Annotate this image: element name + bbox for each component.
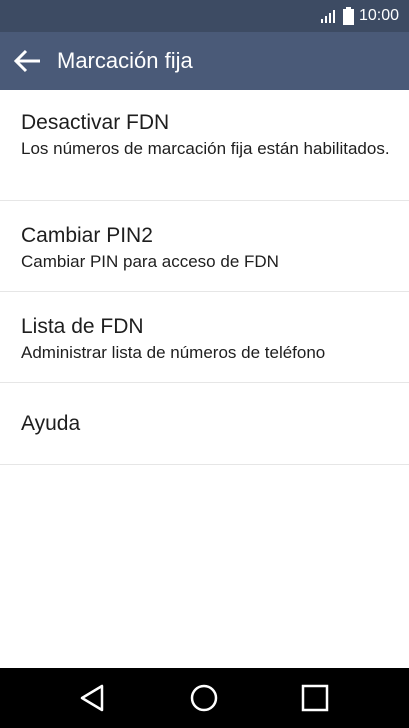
nav-recents-button[interactable] — [298, 681, 332, 715]
recents-square-icon — [301, 684, 329, 712]
settings-list: Desactivar FDN Los números de marcación … — [0, 90, 409, 465]
navigation-bar — [0, 668, 409, 728]
setting-ayuda[interactable]: Ayuda — [0, 383, 409, 465]
setting-title: Lista de FDN — [21, 315, 144, 338]
setting-title: Desactivar FDN — [21, 111, 170, 134]
signal-icon — [320, 10, 335, 23]
nav-home-button[interactable] — [187, 681, 221, 715]
status-icons: 10:00 — [320, 0, 399, 32]
app-bar: Marcación fija — [0, 32, 409, 90]
setting-subtitle: Administrar lista de números de teléfono — [21, 343, 326, 362]
setting-title: Cambiar PIN2 — [21, 224, 153, 247]
setting-subtitle: Cambiar PIN para acceso de FDN — [21, 252, 279, 271]
back-button[interactable] — [12, 47, 44, 75]
status-bar: 10:00 — [0, 0, 409, 32]
back-triangle-icon — [80, 684, 104, 712]
battery-icon — [342, 7, 354, 25]
setting-lista-fdn[interactable]: Lista de FDN Administrar lista de número… — [0, 292, 409, 383]
setting-cambiar-pin2[interactable]: Cambiar PIN2 Cambiar PIN para acceso de … — [0, 201, 409, 292]
setting-subtitle: Los números de marcación fija están habi… — [21, 139, 390, 158]
nav-back-button[interactable] — [76, 681, 110, 715]
home-circle-icon — [190, 684, 218, 712]
setting-title: Ayuda — [21, 412, 81, 435]
status-time: 10:00 — [358, 7, 399, 24]
arrow-left-icon — [13, 49, 40, 73]
setting-desactivar-fdn[interactable]: Desactivar FDN Los números de marcación … — [0, 90, 409, 201]
page-title: Marcación fija — [57, 48, 193, 73]
